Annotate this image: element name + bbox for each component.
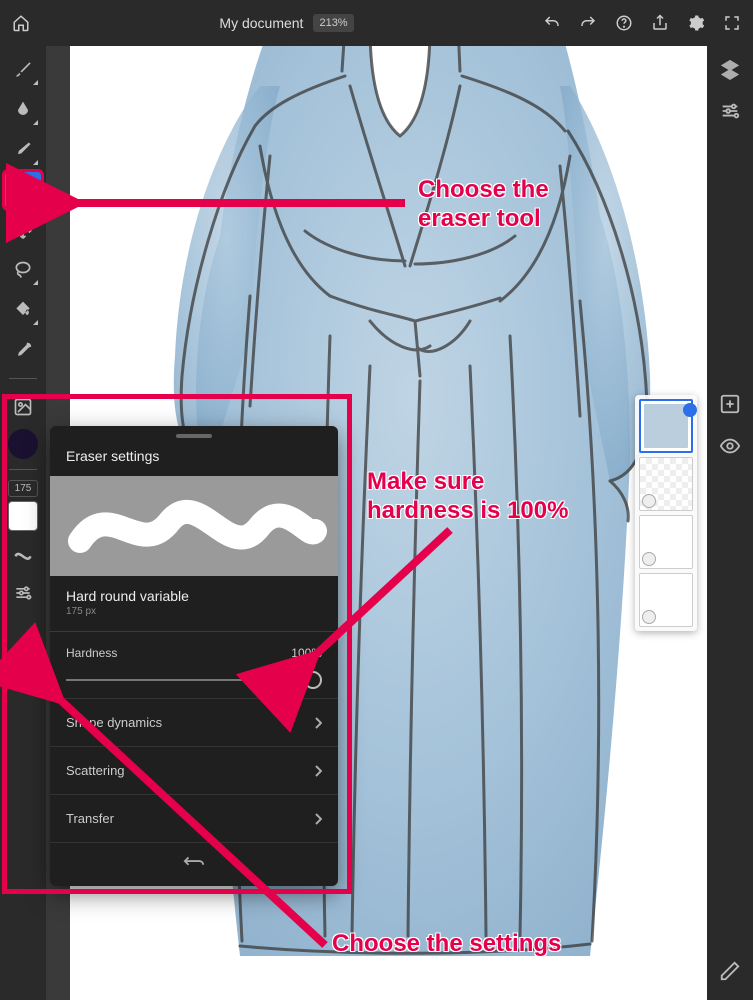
layer-thumb[interactable] bbox=[639, 457, 693, 511]
layer-thumb[interactable] bbox=[639, 515, 693, 569]
right-toolbar bbox=[707, 46, 753, 1000]
brush-curve-icon[interactable] bbox=[5, 535, 41, 571]
eraser-tool[interactable] bbox=[5, 172, 41, 208]
brush-settings-icon[interactable] bbox=[5, 575, 41, 611]
panel-drag-handle[interactable] bbox=[176, 434, 212, 438]
layer-thumbnails bbox=[635, 395, 697, 631]
zoom-badge[interactable]: 213% bbox=[313, 14, 353, 32]
arrow-to-settings bbox=[35, 680, 335, 965]
help-icon[interactable] bbox=[615, 14, 633, 32]
annotation-hardness: Make sure hardness is 100% bbox=[367, 468, 568, 526]
annotation-choose-settings: Choose the settings bbox=[332, 930, 561, 959]
brush-color-swatch[interactable] bbox=[8, 501, 38, 531]
home-icon[interactable] bbox=[12, 14, 30, 32]
brush-size-label[interactable]: 175 bbox=[8, 480, 38, 497]
paint-tool[interactable] bbox=[5, 132, 41, 168]
arrow-to-eraser bbox=[50, 185, 410, 230]
toolbar-separator bbox=[9, 378, 37, 379]
adjustments-icon[interactable] bbox=[719, 100, 741, 122]
topbar: My document 213% bbox=[0, 0, 753, 46]
visibility-icon[interactable] bbox=[719, 435, 741, 457]
toolbar-separator bbox=[9, 469, 37, 470]
brush-size: 175 px bbox=[66, 606, 322, 617]
layer-thumb[interactable] bbox=[639, 399, 693, 453]
share-icon[interactable] bbox=[651, 14, 669, 32]
arrow-to-hardness bbox=[290, 520, 470, 685]
pencil-icon[interactable] bbox=[719, 960, 741, 982]
eyedropper-tool[interactable] bbox=[5, 332, 41, 368]
image-icon[interactable] bbox=[5, 389, 41, 425]
brush-tool[interactable] bbox=[5, 52, 41, 88]
panel-title: Eraser settings bbox=[50, 442, 338, 476]
undo-icon[interactable] bbox=[543, 14, 561, 32]
fullscreen-icon[interactable] bbox=[723, 14, 741, 32]
document-title: My document bbox=[219, 15, 303, 31]
smudge-tool[interactable] bbox=[5, 92, 41, 128]
layers-icon[interactable] bbox=[719, 58, 741, 80]
hardness-label: Hardness bbox=[66, 646, 117, 660]
fill-tool[interactable] bbox=[5, 292, 41, 328]
brush-name: Hard round variable bbox=[66, 588, 322, 604]
add-icon[interactable] bbox=[719, 393, 741, 415]
lasso-tool[interactable] bbox=[5, 252, 41, 288]
foreground-color[interactable] bbox=[8, 429, 38, 459]
redo-icon[interactable] bbox=[579, 14, 597, 32]
layer-thumb[interactable] bbox=[639, 573, 693, 627]
gear-icon[interactable] bbox=[687, 14, 705, 32]
annotation-choose-eraser: Choose the eraser tool bbox=[418, 176, 549, 234]
move-tool[interactable] bbox=[5, 212, 41, 248]
